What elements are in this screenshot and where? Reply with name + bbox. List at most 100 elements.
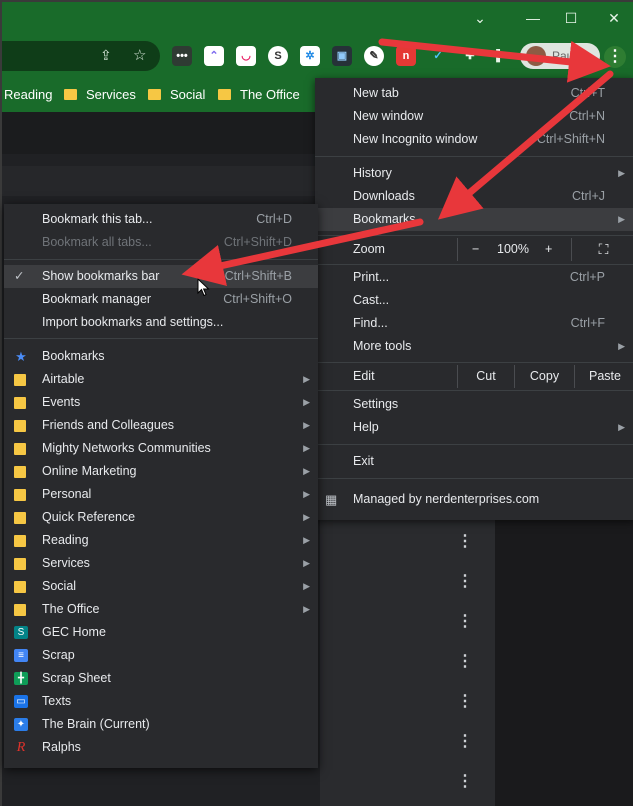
bookmark-label: Reading — [42, 533, 89, 547]
star-icon[interactable]: ☆ — [133, 46, 146, 64]
menu-item-shortcut: Ctrl+J — [572, 189, 605, 203]
extension-dots-icon[interactable]: ••• — [172, 46, 192, 66]
submenu-arrow-icon: ▶ — [303, 420, 310, 430]
cut-button[interactable]: Cut — [457, 365, 514, 388]
menu-item-exit[interactable]: Exit — [315, 450, 633, 473]
copy-button[interactable]: Copy — [514, 365, 574, 388]
submenu-arrow-icon: ▶ — [303, 512, 310, 522]
profile-button[interactable]: Pause — [520, 43, 600, 69]
menu-item-label: Downloads — [353, 189, 415, 203]
bookmark-bar-item-services[interactable]: Services — [64, 86, 136, 104]
puzzle-icon[interactable]: ✚ — [460, 46, 480, 66]
submenu-item-show-bookmarks-bar[interactable]: ✓ Show bookmarks bar Ctrl+Shift+B — [4, 265, 318, 288]
more-options-icon[interactable]: ⋮ — [457, 734, 473, 750]
sidepanel-icon[interactable]: ▌ — [490, 46, 510, 66]
more-options-icon[interactable]: ⋮ — [457, 654, 473, 670]
bookmark-item[interactable]: The Office ▶ — [4, 598, 318, 621]
bookmark-item[interactable]: Friends and Colleagues ▶ — [4, 414, 318, 437]
menu-item-downloads[interactable]: Downloads Ctrl+J — [315, 185, 633, 208]
menu-item-label: Edit — [353, 369, 375, 383]
bookmark-bar-item-the-office[interactable]: The Office — [218, 86, 300, 104]
bookmark-item[interactable]: Airtable ▶ — [4, 368, 318, 391]
bookmark-item[interactable]: Events ▶ — [4, 391, 318, 414]
box-icon[interactable]: ▣ — [332, 46, 352, 66]
bookmark-item[interactable]: S GEC Home — [4, 621, 318, 644]
more-options-icon[interactable]: ⋮ — [457, 614, 473, 630]
bookmark-item[interactable]: ▭ Texts — [4, 690, 318, 713]
close-button[interactable]: ✕ — [596, 6, 632, 30]
more-options-icon[interactable]: ⋮ — [457, 574, 473, 590]
bookmark-item[interactable]: Online Marketing ▶ — [4, 460, 318, 483]
menu-item-new-window[interactable]: New window Ctrl+N — [315, 105, 633, 128]
submenu-arrow-icon: ▶ — [303, 558, 310, 568]
submenu-item-bookmark-tab[interactable]: Bookmark this tab... Ctrl+D — [4, 208, 318, 231]
menu-item-cast[interactable]: Cast... — [315, 289, 633, 312]
bookmark-label: Scrap — [42, 648, 75, 662]
bookmark-label: Mighty Networks Communities — [42, 441, 211, 455]
menu-item-help[interactable]: Help ▶ — [315, 416, 633, 439]
feather-icon[interactable]: ✎ — [364, 46, 384, 66]
bookmark-bar-item-reading[interactable]: Reading — [4, 86, 52, 104]
browser-window: ⌄ — ☐ ✕ ⇪ ☆ ••• ⌃ ◡ S ✲ ▣ ✎ n ✓ ✚ ▌ Paus… — [0, 0, 633, 806]
zoom-in-button[interactable]: + — [545, 238, 552, 261]
brain-icon: ✦ — [14, 718, 28, 731]
menu-item-managed[interactable]: ▦ Managed by nerdenterprises.com — [315, 488, 633, 511]
bookmark-item[interactable]: Reading ▶ — [4, 529, 318, 552]
bookmark-bar-item-social[interactable]: Social — [148, 86, 205, 104]
menu-item-shortcut: Ctrl+Shift+N — [536, 132, 605, 146]
n-icon[interactable]: n — [396, 46, 416, 66]
share-icon[interactable]: ⇪ — [100, 47, 112, 64]
menu-item-label: Print... — [353, 270, 390, 284]
bookmark-item[interactable]: ≡ Scrap — [4, 644, 318, 667]
clickup-icon[interactable]: ⌃ — [204, 46, 224, 66]
bookmark-item[interactable]: Mighty Networks Communities ▶ — [4, 437, 318, 460]
submenu-item-bookmark-all[interactable]: Bookmark all tabs... Ctrl+Shift+D — [4, 231, 318, 254]
paste-button[interactable]: Paste — [574, 365, 633, 388]
menu-divider — [315, 390, 633, 391]
bookmark-item[interactable]: Services ▶ — [4, 552, 318, 575]
bookmark-item[interactable]: R Ralphs — [4, 736, 318, 759]
puzzle-blue-icon[interactable]: ✲ — [300, 46, 320, 66]
extension-ghost-icon[interactable]: ◡ — [236, 46, 256, 66]
chrome-menu-icon[interactable]: ⋮ — [604, 46, 626, 68]
menu-item-find[interactable]: Find... Ctrl+F — [315, 312, 633, 335]
menu-item-print[interactable]: Print... Ctrl+P — [315, 266, 633, 289]
menu-item-settings[interactable]: Settings — [315, 393, 633, 416]
tab-search-chevron-icon[interactable]: ⌄ — [462, 6, 498, 30]
bookmark-item[interactable]: Quick Reference ▶ — [4, 506, 318, 529]
bookmark-item[interactable]: ✦ The Brain (Current) — [4, 713, 318, 736]
folder-icon — [218, 89, 231, 100]
address-bar[interactable]: ⇪ ☆ — [2, 41, 160, 71]
submenu-item-import[interactable]: Import bookmarks and settings... — [4, 311, 318, 334]
fullscreen-icon[interactable]: ⛶ — [571, 238, 633, 261]
bookmark-label: Online Marketing — [42, 464, 137, 478]
page-subheader-strip — [2, 166, 322, 196]
menu-item-incognito[interactable]: New Incognito window Ctrl+Shift+N — [315, 128, 633, 151]
zoom-level: 100% — [497, 242, 529, 256]
s-icon[interactable]: S — [268, 46, 288, 66]
bookmark-label: Personal — [42, 487, 92, 501]
folder-icon — [14, 489, 26, 501]
bookmark-label: Friends and Colleagues — [42, 418, 175, 432]
submenu-item-bookmark-manager[interactable]: Bookmark manager Ctrl+Shift+O — [4, 288, 318, 311]
sheets-icon: ╋ — [14, 672, 28, 685]
menu-divider — [4, 338, 318, 339]
more-options-icon[interactable]: ⋮ — [457, 534, 473, 550]
menu-item-new-tab[interactable]: New tab Ctrl+T — [315, 82, 633, 105]
bookmark-item[interactable]: Social ▶ — [4, 575, 318, 598]
check-icon[interactable]: ✓ — [428, 46, 448, 66]
bookmark-bar-label: Reading — [4, 87, 53, 102]
menu-item-label: Managed by nerdenterprises.com — [353, 492, 540, 506]
more-options-icon[interactable]: ⋮ — [457, 774, 473, 790]
menu-item-bookmarks[interactable]: Bookmarks ▶ — [315, 208, 633, 231]
minimize-button[interactable]: — — [515, 6, 551, 30]
bookmark-item[interactable]: Personal ▶ — [4, 483, 318, 506]
menu-item-more-tools[interactable]: More tools ▶ — [315, 335, 633, 358]
menu-item-history[interactable]: History ▶ — [315, 162, 633, 185]
submenu-arrow-icon: ▶ — [303, 397, 310, 407]
more-options-icon[interactable]: ⋮ — [457, 694, 473, 710]
maximize-button[interactable]: ☐ — [553, 6, 589, 30]
bookmark-item[interactable]: ╋ Scrap Sheet — [4, 667, 318, 690]
bookmark-item[interactable]: ★ Bookmarks — [4, 345, 318, 368]
submenu-arrow-icon: ▶ — [303, 466, 310, 476]
